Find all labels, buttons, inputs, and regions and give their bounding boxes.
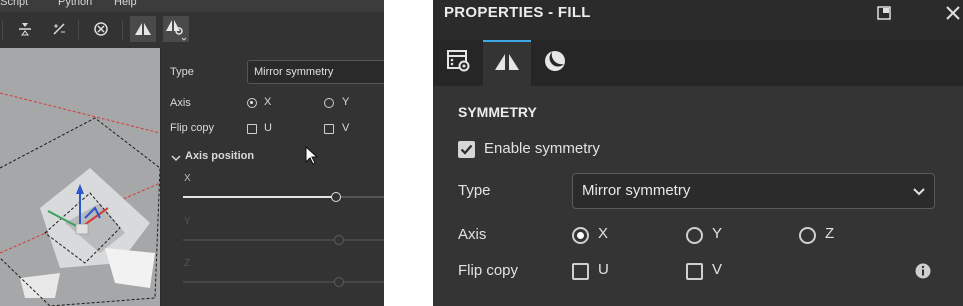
axis-radio-z-label: Z (825, 225, 835, 242)
no-entry-icon[interactable] (88, 16, 114, 42)
material-sphere-icon (543, 49, 567, 78)
axis-swap-icon[interactable] (46, 16, 72, 42)
axis-label: Axis (458, 226, 487, 243)
type-select-value: Mirror symmetry (254, 66, 334, 78)
flip-v-label: V (342, 122, 350, 134)
flip-u-label: U (264, 122, 272, 134)
type-label: Type (170, 66, 194, 78)
viewport-scene (0, 48, 160, 306)
chevron-down-icon[interactable] (171, 153, 185, 163)
tab-layer-settings[interactable] (435, 40, 483, 86)
menubar: aScript Python Help (0, 0, 384, 12)
slider-z-track[interactable] (183, 281, 384, 283)
left-screenshot-crop: aScript Python Help (0, 0, 384, 306)
slider-x-fill (183, 196, 336, 198)
panel-title: PROPERTIES - FILL (444, 4, 591, 21)
flip-v-checkbox[interactable] (686, 263, 703, 280)
tab-symmetry[interactable] (483, 40, 531, 86)
menu-item-help[interactable]: Help (114, 0, 137, 8)
flip-u-checkbox[interactable] (572, 263, 589, 280)
type-select-value: Mirror symmetry (582, 182, 691, 199)
properties-fill-panel: PROPERTIES - FILL SYMMETRY Enable symmet… (433, 0, 963, 306)
toolbar (0, 12, 384, 48)
undock-icon[interactable] (877, 6, 891, 20)
type-select[interactable]: Mirror symmetry (247, 60, 384, 84)
left-properties-panel: Type Mirror symmetry Axis X Y Flip copy … (161, 48, 384, 306)
enable-symmetry-checkbox[interactable] (458, 141, 475, 158)
flip-copy-label: Flip copy (458, 262, 519, 279)
panel-header: PROPERTIES - FILL (433, 0, 963, 26)
slider-y-thumb[interactable] (334, 235, 344, 245)
axis-position-heading[interactable]: Axis position (185, 150, 254, 162)
slider-y-track[interactable] (183, 239, 384, 241)
axis-label: Axis (170, 97, 191, 109)
flip-u-checkbox[interactable] (247, 124, 257, 134)
flip-v-label: V (712, 261, 723, 278)
type-select[interactable]: Mirror symmetry (572, 173, 935, 209)
layer-settings-icon (447, 49, 471, 77)
axis-radio-x[interactable] (247, 98, 257, 108)
slider-x-thumb[interactable] (331, 192, 341, 202)
menu-item-javascript[interactable]: aScript (0, 0, 28, 8)
section-title: SYMMETRY (458, 104, 537, 120)
axis-radio-y-label: Y (712, 225, 723, 242)
flip-copy-label: Flip copy (170, 122, 215, 134)
axis-radio-y[interactable] (686, 227, 703, 244)
symmetry-icon (494, 53, 520, 76)
axis-radio-y-label: Y (342, 96, 350, 108)
tab-material[interactable] (531, 40, 579, 86)
chevron-down-icon (912, 184, 926, 202)
info-icon[interactable] (915, 263, 931, 279)
axis-radio-y[interactable] (324, 98, 334, 108)
menu-item-python[interactable]: Python (58, 0, 92, 8)
slider-z-thumb[interactable] (334, 277, 344, 287)
slider-z-label: Z (184, 258, 191, 269)
3d-viewport[interactable] (0, 48, 160, 306)
symmetry-settings-icon[interactable] (163, 16, 189, 42)
slider-y-label: Y (184, 216, 191, 227)
flip-u-label: U (598, 261, 609, 278)
axis-radio-x-label: X (598, 225, 609, 242)
axis-radio-x-label: X (264, 96, 272, 108)
symmetry-section: SYMMETRY Enable symmetry Type Mirror sym… (433, 86, 963, 306)
slider-x-label: X (184, 173, 191, 184)
flip-v-checkbox[interactable] (324, 124, 334, 134)
symmetry-icon[interactable] (130, 16, 156, 42)
align-center-icon[interactable] (12, 16, 38, 42)
axis-radio-x[interactable] (572, 227, 589, 244)
mouse-cursor-icon (305, 145, 319, 171)
type-label: Type (458, 182, 491, 199)
axis-radio-z[interactable] (799, 227, 816, 244)
close-icon[interactable] (945, 5, 961, 21)
enable-symmetry-label: Enable symmetry (484, 140, 600, 157)
panel-tabs (433, 40, 963, 86)
